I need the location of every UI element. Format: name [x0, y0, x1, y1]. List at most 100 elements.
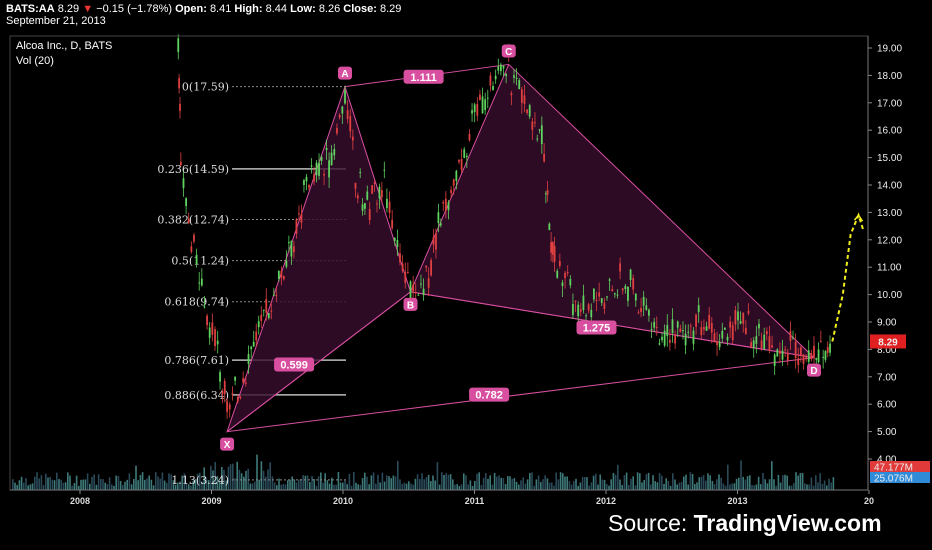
candle-body: [671, 319, 674, 334]
volume-bar: [755, 484, 758, 490]
volume-bar: [293, 479, 296, 490]
candle-body: [616, 294, 619, 296]
candle-body: [518, 80, 521, 89]
volume-bar: [696, 482, 698, 490]
volume-bar: [273, 482, 276, 490]
candle-body: [499, 64, 502, 72]
price-chart[interactable]: 0(17.59) 0.236(14.59) 0.382(12.74) 0.5(11.2…: [0, 0, 932, 550]
volume-bar: [51, 479, 54, 490]
point-label-a: A: [341, 69, 348, 80]
volume-bar: [691, 474, 694, 490]
volume-bar: [126, 479, 128, 490]
candle-body: [452, 179, 455, 186]
volume-bar: [97, 474, 100, 490]
candle-body: [427, 278, 430, 288]
volume-bar: [595, 473, 597, 490]
volume-bar: [111, 484, 113, 490]
volume-bar: [509, 476, 511, 490]
x-tick-label: 2008: [70, 496, 90, 506]
volume-bar: [487, 478, 489, 490]
volume-bar: [436, 462, 439, 490]
volume-bar: [229, 464, 232, 490]
volume-bar: [161, 472, 164, 490]
volume-bar: [808, 484, 810, 490]
volume-bar: [518, 484, 520, 490]
volume-bar: [157, 476, 159, 490]
candle-body: [585, 315, 587, 317]
volume-bar: [394, 476, 397, 490]
volume-bar: [485, 473, 487, 490]
volume-bar: [119, 480, 122, 490]
volume-bar: [397, 460, 399, 490]
candle-body: [198, 282, 201, 284]
volume-bar: [643, 480, 645, 490]
volume-bar: [823, 480, 826, 490]
volume-bar: [680, 481, 683, 490]
volume-bar: [500, 477, 502, 490]
candle-body: [442, 201, 445, 204]
volume-bar: [507, 476, 509, 490]
candle-body: [564, 272, 566, 279]
volume-bar: [20, 476, 23, 490]
volume-bar: [144, 479, 146, 490]
candle-body: [569, 279, 572, 286]
volume-bar: [744, 479, 747, 490]
candle-body: [624, 286, 627, 290]
volume-bar: [700, 476, 703, 490]
candle-body: [359, 172, 362, 174]
volume-bar: [141, 472, 144, 490]
volume-bar: [419, 478, 421, 490]
volume-bar: [760, 484, 762, 490]
volume-bar: [447, 474, 450, 490]
volume-bar: [634, 485, 637, 490]
ratio-label: 0.599: [280, 359, 308, 371]
volume-bar: [641, 482, 643, 490]
candle-body: [523, 95, 526, 104]
candle-body: [700, 327, 703, 335]
candle-body: [710, 323, 713, 333]
volume-bar: [271, 476, 274, 490]
candle-body: [399, 253, 401, 263]
volume-bar: [544, 475, 546, 490]
volume-bar: [25, 478, 27, 490]
volume-bar: [282, 483, 285, 490]
volume-bar: [238, 469, 241, 490]
x-tick-label: 2011: [465, 496, 485, 506]
volume-bar: [720, 477, 722, 490]
candle-body: [420, 283, 422, 285]
candle-body: [794, 341, 797, 358]
volume-bar: [254, 481, 256, 490]
candle-body: [574, 300, 577, 302]
candle-body: [257, 321, 260, 328]
volume-bar: [423, 479, 425, 490]
candle-body: [797, 358, 800, 365]
y-tick-label: 10.00: [877, 290, 902, 301]
candle-body: [708, 314, 711, 329]
volume-bar: [100, 479, 102, 490]
y-tick-label: 17.00: [877, 98, 902, 109]
candle-body: [692, 330, 695, 344]
candle-body: [190, 246, 193, 252]
volume-bar: [564, 476, 566, 490]
volume-bar: [284, 484, 287, 490]
candle-body: [305, 176, 308, 182]
candle-body: [473, 104, 476, 113]
candle-body: [577, 304, 580, 317]
candle-body: [450, 189, 453, 194]
candle-body: [668, 339, 671, 343]
candle-body: [371, 185, 374, 194]
volume-bar: [148, 475, 150, 490]
candle-body: [380, 190, 383, 198]
candle-body: [239, 396, 242, 398]
volume-bar: [738, 477, 740, 490]
volume-bar: [47, 477, 49, 490]
volume-bar: [588, 485, 590, 490]
fib-level-label: 0.786(7.61): [164, 354, 229, 367]
volume-bar: [159, 478, 161, 490]
candle-body: [275, 294, 278, 296]
volume-bar: [711, 480, 714, 490]
source-credit[interactable]: Source: TradingView.com: [608, 510, 882, 537]
volume-bar: [727, 464, 729, 490]
volume-bar: [108, 477, 111, 490]
candle-body: [492, 85, 494, 91]
